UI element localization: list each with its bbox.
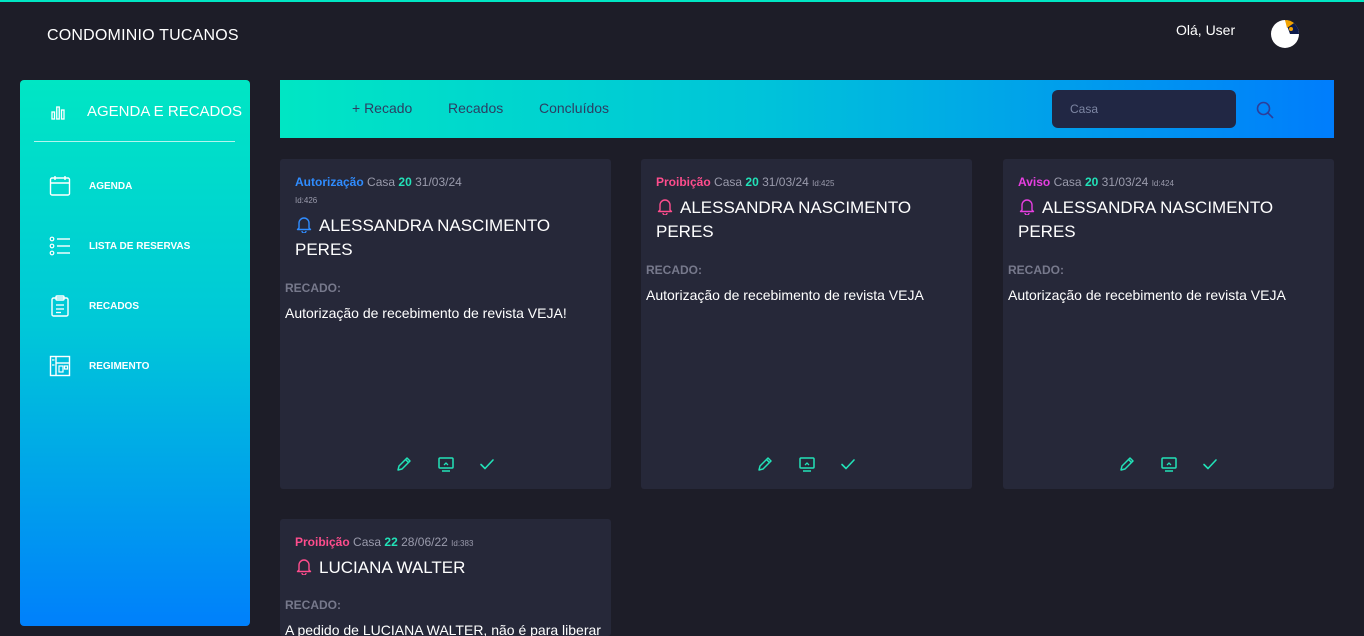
card-name-text: ALESSANDRA NASCIMENTO PERES [295,216,551,259]
card-id: Id:424 [1151,179,1174,188]
calendar-icon [49,176,71,196]
bell-icon [296,559,312,575]
card-casa-number: 20 [745,175,759,189]
card-date: 31/03/24 [415,175,462,189]
edit-icon[interactable] [756,455,774,473]
card-actions [280,455,611,475]
bell-icon [657,199,673,215]
bell-icon [296,217,312,233]
card-date: 28/06/22 [401,535,448,549]
sidebar-item-agenda[interactable]: AGENDA [20,167,250,207]
card-date: 31/03/24 [1101,175,1149,189]
recado-card: Aviso Casa 20 31/03/24 Id:424 ALESSANDRA… [1003,159,1334,489]
card-casa-label: Casa [714,175,743,189]
check-icon[interactable] [1201,455,1219,473]
sidebar-item-regimento[interactable]: REGIMENTO [20,347,250,387]
card-id: Id:426 [295,196,318,205]
monitor-icon[interactable] [798,455,816,473]
recado-card: Proibição Casa 22 28/06/22 Id:383 LUCIAN… [280,519,611,636]
app-brand: CONDOMINIO TUCANOS [47,27,239,44]
card-resident-name: ALESSANDRA NASCIMENTO PERES [656,196,956,244]
recado-label: RECADO: [285,598,341,612]
top-accent-line [0,0,1364,2]
card-resident-name: LUCIANA WALTER [295,556,595,580]
search-input[interactable] [1052,90,1236,128]
monitor-icon[interactable] [1160,455,1178,473]
card-type: Autorização [295,175,364,189]
card-id: Id:425 [812,179,835,188]
card-meta: Proibição Casa 20 31/03/24 Id:425 [656,175,834,189]
check-icon[interactable] [478,455,496,473]
list-icon [49,236,70,256]
card-name-text: ALESSANDRA NASCIMENTO PERES [656,198,912,241]
recado-card: Proibição Casa 20 31/03/24 Id:425 ALESSA… [641,159,972,489]
card-type: Proibição [295,535,350,549]
card-casa-number: 22 [384,535,398,549]
recado-label: RECADO: [1008,263,1064,277]
card-meta: Autorização Casa 20 31/03/24 [295,175,462,189]
toolbar: + Recado Recados Concluídos [280,80,1334,138]
card-id: Id:383 [451,539,474,548]
user-avatar[interactable] [1270,19,1300,49]
card-name-text: LUCIANA WALTER [319,558,466,577]
card-actions [641,455,972,475]
bell-icon [1019,199,1035,215]
sidebar-item-recados[interactable]: RECADOS [20,287,250,327]
bar-chart-icon [51,106,65,120]
card-name-text: ALESSANDRA NASCIMENTO PERES [1018,198,1274,241]
edit-icon[interactable] [395,455,413,473]
tab-recados[interactable]: Recados [448,100,503,116]
card-type: Aviso [1018,175,1051,189]
tab-novo-recado[interactable]: + Recado [352,100,412,116]
card-resident-name: ALESSANDRA NASCIMENTO PERES [295,214,595,262]
recado-text: A pedido de LUCIANA WALTER, não é para l… [285,622,601,636]
recado-text: Autorização de recebimento de revista VE… [285,305,567,321]
tab-concluidos[interactable]: Concluídos [539,100,609,116]
card-type: Proibição [656,175,711,189]
card-actions [1003,455,1334,475]
recado-label: RECADO: [646,263,702,277]
card-casa-label: Casa [1053,175,1082,189]
check-icon[interactable] [839,455,857,473]
sidebar-divider [34,141,235,142]
card-casa-label: Casa [353,535,382,549]
card-meta: Aviso Casa 20 31/03/24 Id:424 [1018,175,1174,189]
recado-text: Autorização de recebimento de revista VE… [646,287,924,303]
clipboard-icon [51,295,69,317]
card-resident-name: ALESSANDRA NASCIMENTO PERES [1018,196,1318,244]
sidebar-item-label: AGENDA [89,181,133,192]
recado-text: Autorização de recebimento de revista VE… [1008,287,1286,303]
recado-label: RECADO: [285,281,341,295]
sidebar-header[interactable]: AGENDA E RECADOS [20,80,250,142]
card-casa-number: 20 [398,175,412,189]
layout-icon [49,355,71,377]
sidebar-item-label: REGIMENTO [89,361,150,372]
card-casa-label: Casa [367,175,396,189]
sidebar-item-lista-de-reservas[interactable]: LISTA DE RESERVAS [20,227,250,267]
recado-card: Autorização Casa 20 31/03/24 Id:426 ALES… [280,159,611,489]
edit-icon[interactable] [1118,455,1136,473]
card-casa-number: 20 [1084,175,1099,189]
card-meta: Proibição Casa 22 28/06/22 Id:383 [295,535,473,549]
card-date: 31/03/24 [762,175,809,189]
sidebar-item-label: LISTA DE RESERVAS [89,241,191,252]
search-icon[interactable] [1255,100,1275,120]
sidebar: AGENDA E RECADOS AGENDA LISTA DE RESERVA… [20,80,250,626]
sidebar-item-label: RECADOS [89,301,140,312]
user-greeting: Olá, User [1176,22,1236,38]
monitor-icon[interactable] [437,455,455,473]
sidebar-title: AGENDA E RECADOS [87,103,243,120]
